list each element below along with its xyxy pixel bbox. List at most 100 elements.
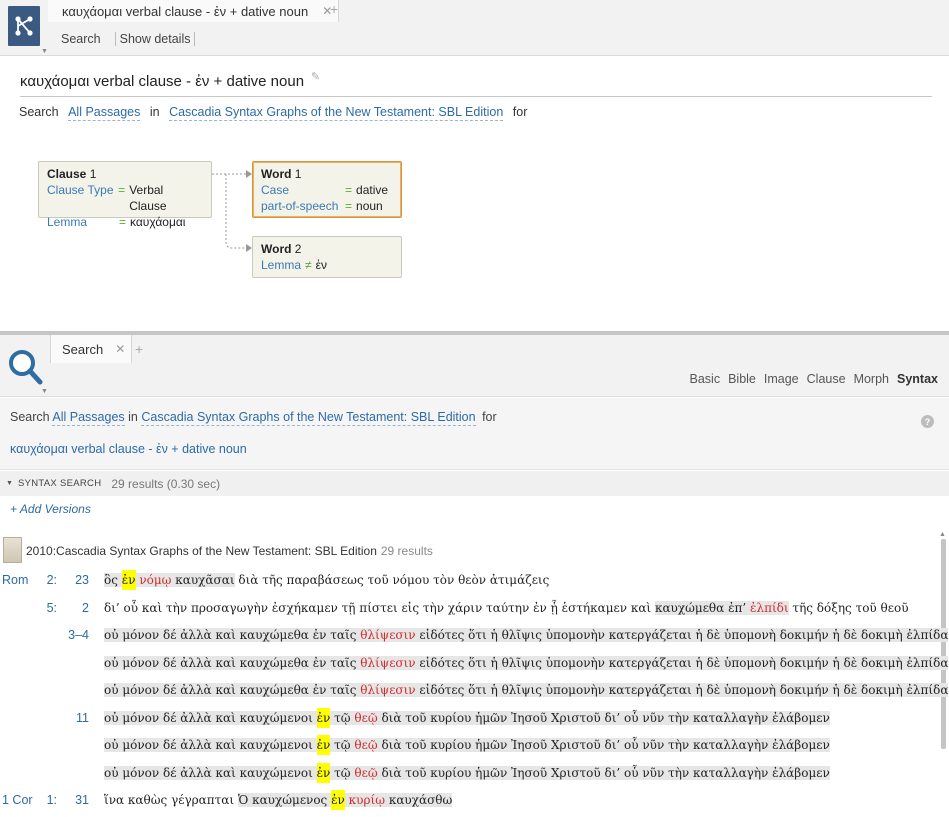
- plus-icon[interactable]: +: [135, 341, 143, 357]
- result-text[interactable]: οὐ μόνον δέ ἀλλὰ καὶ καυχώμεθα ἐν ταῖς θ…: [104, 625, 949, 645]
- node-index: 1: [294, 167, 302, 181]
- word1-row-pos[interactable]: part-of-speech = noun: [261, 198, 393, 214]
- result-book[interactable]: Rom: [2, 573, 28, 587]
- result-text[interactable]: ὃς ἐν νόμῳ καυχᾶσαι διὰ τῆς παραβάσεως τ…: [104, 570, 549, 590]
- result-text[interactable]: ἵνα καθὼς γέγραπται Ὁ καυχώμενος ἐν κυρί…: [104, 790, 453, 810]
- node-val: noun: [356, 199, 383, 213]
- matched-word: θλίψεσιν: [360, 683, 416, 697]
- view-tab-basic[interactable]: Basic: [690, 372, 721, 386]
- search-panel-header: ▼ Search ✕ + Basic Bible Image Clause Mo…: [0, 335, 949, 397]
- word2-node[interactable]: Word 2 Lemma ≠ ἐν: [252, 236, 402, 278]
- result-row[interactable]: 11 οὐ μόνον δέ ἀλλὰ καὶ καυχώμενοι ἐν τῷ …: [0, 707, 940, 729]
- passages-dropdown[interactable]: All Passages: [68, 105, 141, 121]
- result-verse[interactable]: 23: [49, 573, 89, 587]
- result-row[interactable]: 3–4 οὐ μόνον δέ ἀλλὰ καὶ καυχώμεθα ἐν ταῖ…: [0, 624, 949, 646]
- connector-clause-word2: [225, 174, 246, 249]
- word2-node-title: Word 2: [261, 241, 393, 257]
- scroll-up-arrow-icon[interactable]: ▲: [939, 531, 946, 538]
- plus-icon[interactable]: +: [330, 1, 338, 17]
- node-op: ≠: [305, 258, 312, 272]
- word2-row-lemma[interactable]: Lemma ≠ ἐν: [261, 257, 393, 273]
- query-title[interactable]: καυχάομαι verbal clause - ἐν + dative no…: [20, 73, 304, 90]
- text-segment: διὰ τοῦ κυρίου ἡμῶν Ἰησοῦ Χριστοῦ δι’ οὗ…: [377, 765, 830, 780]
- result-verse[interactable]: 2: [49, 601, 89, 615]
- result-text[interactable]: οὐ μόνον δέ ἀλλὰ καὶ καυχώμενοι ἐν τῷ θε…: [104, 707, 830, 728]
- panel-menu-caret-icon[interactable]: ▼: [41, 48, 48, 55]
- panel-menu-caret-icon[interactable]: ▼: [41, 388, 48, 395]
- result-row[interactable]: οὐ μόνον δέ ἀλλὰ καὶ καυχώμεθα ἐν ταῖς θ…: [0, 652, 949, 674]
- highlighted-match: ἐν: [331, 790, 345, 810]
- syntax-search-editor-panel: ▼ καυχάομαι verbal clause - ἐν + dative …: [0, 0, 949, 331]
- result-row[interactable]: οὐ μόνον δέ ἀλλὰ καὶ καυχώμεθα ἐν ταῖς θ…: [0, 679, 949, 701]
- collapse-triangle-icon[interactable]: ▼: [6, 480, 13, 487]
- version-header[interactable]: 2010:Cascadia Syntax Graphs of the New T…: [26, 544, 433, 558]
- matched-word: νόμῳ: [139, 573, 172, 587]
- syntax-search-section-header[interactable]: ▼ SYNTAX SEARCH 29 results (0.30 sec): [0, 471, 949, 496]
- version-name: 2010:Cascadia Syntax Graphs of the New T…: [26, 544, 377, 558]
- text-segment: οὐ μόνον δέ ἀλλὰ καὶ καυχώμεθα ἐν ταῖς: [104, 655, 361, 670]
- node-key: Clause Type: [47, 183, 114, 197]
- node-op: =: [118, 183, 126, 197]
- result-row[interactable]: οὐ μόνον δέ ἀλλὰ καὶ καυχώμενοι ἐν τῷ θε…: [0, 734, 940, 756]
- resource-dropdown[interactable]: Cascadia Syntax Graphs of the New Testam…: [169, 105, 504, 121]
- result-verse[interactable]: 31: [49, 793, 89, 807]
- close-icon[interactable]: ✕: [115, 342, 125, 356]
- section-label: SYNTAX SEARCH: [17, 478, 102, 489]
- syntax-graph-glyph: [15, 16, 33, 36]
- result-verse[interactable]: 3–4: [49, 628, 89, 642]
- clause-row-type[interactable]: Clause Type = Verbal Clause: [47, 182, 203, 214]
- node-key: part-of-speech: [261, 199, 339, 213]
- clause-node[interactable]: Clause 1 Clause Type = Verbal Clause Lem…: [38, 161, 212, 229]
- edit-pencil-icon[interactable]: ✎: [311, 70, 320, 83]
- highlighted-match: ἐν: [121, 570, 136, 590]
- text-segment: καυχᾶσαι: [171, 573, 235, 587]
- search-button[interactable]: Search: [61, 32, 101, 46]
- search-scope-line: Search All Passages in Cascadia Syntax G…: [10, 410, 497, 426]
- view-tab-syntax[interactable]: Syntax: [897, 372, 938, 386]
- syntax-graph-icon[interactable]: [8, 6, 40, 46]
- clause-row-lemma[interactable]: Lemma = καυχάομαι: [47, 214, 203, 230]
- result-row[interactable]: Rom 2: 23 ὃς ἐν νόμῳ καυχᾶσαι διὰ τῆς παραβ…: [0, 569, 940, 591]
- result-text[interactable]: δι’ οὗ καὶ τὴν προσαγωγὴν ἐσχήκαμεν τῇ π…: [104, 598, 909, 618]
- query-link[interactable]: καυχάομαι verbal clause - ἐν + dative no…: [10, 442, 247, 456]
- view-tab-clause[interactable]: Clause: [807, 372, 846, 386]
- result-verse[interactable]: 11: [49, 711, 89, 725]
- for-label: for: [482, 410, 497, 424]
- result-row[interactable]: 1 Cor 1: 31 ἵνα καθὼς γέγραπται Ὁ καυχώμενο…: [0, 789, 940, 811]
- magnifier-icon[interactable]: [7, 347, 43, 387]
- node-key: Case: [261, 183, 290, 197]
- result-text[interactable]: οὐ μόνον δέ ἀλλὰ καὶ καυχώμενοι ἐν τῷ θε…: [104, 735, 830, 755]
- node-val: Verbal Clause: [129, 183, 167, 213]
- node-key: Lemma: [47, 215, 88, 229]
- highlighted-match: ἐν: [316, 762, 331, 783]
- result-text[interactable]: οὐ μόνον δέ ἀλλὰ καὶ καυχώμεθα ἐν ταῖς θ…: [104, 653, 949, 673]
- text-segment: διὰ τοῦ κυρίου ἡμῶν Ἰησοῦ Χριστοῦ δι’ οὗ…: [377, 738, 830, 752]
- matched-word: θεῷ: [354, 765, 378, 780]
- highlighted-match: ἐν: [316, 707, 331, 728]
- view-tab-bible[interactable]: Bible: [728, 372, 756, 386]
- view-tab-morph[interactable]: Morph: [854, 372, 889, 386]
- result-row[interactable]: οὐ μόνον δέ ἀλλὰ καὶ καυχώμενοι ἐν τῷ θε…: [0, 762, 940, 784]
- passages-dropdown[interactable]: All Passages: [52, 410, 125, 426]
- text-segment: εἰδότες ὅτι ἡ θλῖψις ὑπομονὴν κατεργάζετ…: [415, 683, 949, 697]
- help-icon[interactable]: ?: [921, 415, 934, 428]
- text-segment: καυχάσθω: [385, 793, 453, 807]
- node-type: Word: [261, 242, 292, 256]
- result-text[interactable]: οὐ μόνον δέ ἀλλὰ καὶ καυχώμενοι ἐν τῷ θε…: [104, 762, 830, 783]
- result-row[interactable]: 5: 2 δι’ οὗ καὶ τὴν προσαγωγὴν ἐσχήκαμεν τ…: [0, 597, 940, 619]
- text-segment: δι’ οὗ καὶ τὴν προσαγωγὴν ἐσχήκαμεν τῇ π…: [104, 600, 655, 615]
- tab-query[interactable]: καυχάομαι verbal clause - ἐν + dative no…: [48, 0, 340, 22]
- highlighted-match: ἐν: [316, 735, 331, 755]
- node-op: =: [345, 199, 353, 213]
- text-segment: τῷ: [330, 738, 355, 752]
- word1-row-case[interactable]: Case = dative: [261, 182, 393, 198]
- result-text[interactable]: οὐ μόνον δέ ἀλλὰ καὶ καυχώμεθα ἐν ταῖς θ…: [104, 680, 949, 700]
- results-count: 29 results (0.30 sec): [111, 476, 221, 491]
- show-details-button[interactable]: Show details: [120, 32, 191, 46]
- word1-node-title: Word 1: [261, 166, 393, 182]
- view-tab-image[interactable]: Image: [764, 372, 799, 386]
- tab-search[interactable]: Search ✕: [50, 335, 133, 363]
- resource-dropdown[interactable]: Cascadia Syntax Graphs of the New Testam…: [141, 410, 476, 426]
- add-versions-link[interactable]: + Add Versions: [10, 502, 91, 516]
- word1-node[interactable]: Word 1 Case = dative part-of-speech = no…: [252, 161, 402, 218]
